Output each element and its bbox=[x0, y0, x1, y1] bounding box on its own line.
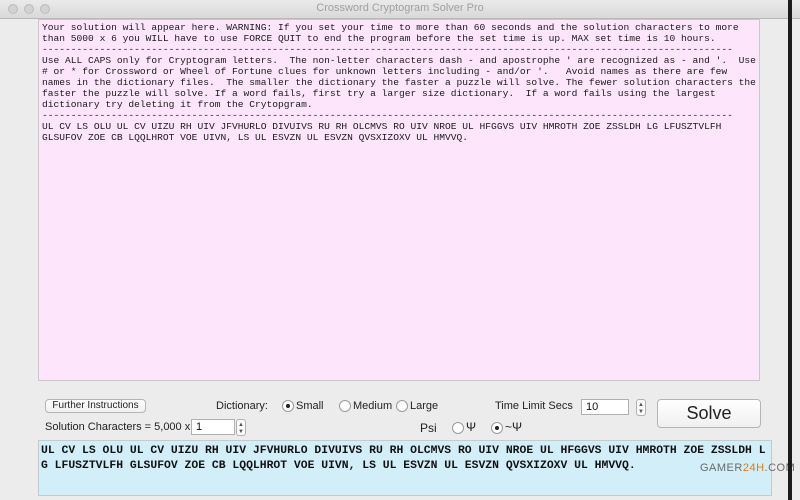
solve-button[interactable]: Solve bbox=[657, 399, 761, 428]
stepper-up-icon: ▲ bbox=[638, 402, 644, 408]
further-instructions-button[interactable]: Further Instructions bbox=[45, 399, 146, 413]
dictionary-large-label[interactable]: Large bbox=[410, 400, 438, 412]
dictionary-medium-radio[interactable] bbox=[339, 400, 351, 412]
dictionary-label: Dictionary: bbox=[216, 400, 268, 412]
app-window: Crossword Cryptogram Solver Pro Your sol… bbox=[0, 0, 800, 500]
solution-characters-stepper[interactable]: ▲ ▼ bbox=[236, 419, 246, 436]
cryptogram-input-area[interactable]: UL CV LS OLU UL CV UIZU RH UIV JFVHURLO … bbox=[38, 440, 772, 496]
dictionary-medium-label[interactable]: Medium bbox=[353, 400, 392, 412]
dictionary-small-radio[interactable] bbox=[282, 400, 294, 412]
not-psi-option-label[interactable]: ~Ψ bbox=[505, 420, 522, 434]
not-psi-radio[interactable] bbox=[491, 422, 503, 434]
dictionary-large-radio[interactable] bbox=[396, 400, 408, 412]
title-bar: Crossword Cryptogram Solver Pro bbox=[0, 0, 800, 19]
solution-characters-input[interactable]: 1 bbox=[191, 419, 235, 435]
stepper-down-icon: ▼ bbox=[638, 409, 644, 415]
window-title: Crossword Cryptogram Solver Pro bbox=[316, 2, 484, 14]
stepper-down-icon: ▼ bbox=[238, 429, 244, 435]
stepper-up-icon: ▲ bbox=[238, 422, 244, 428]
solution-characters-label: Solution Characters = 5,000 x bbox=[45, 421, 191, 433]
time-limit-label: Time Limit Secs bbox=[495, 400, 573, 412]
solution-output-area[interactable]: Your solution will appear here. WARNING:… bbox=[38, 19, 760, 381]
watermark-logo: GAMER24H.COM bbox=[700, 462, 796, 474]
psi-radio[interactable] bbox=[452, 422, 464, 434]
dictionary-small-label[interactable]: Small bbox=[296, 400, 324, 412]
psi-label: Psi bbox=[420, 421, 437, 435]
time-limit-stepper[interactable]: ▲ ▼ bbox=[636, 399, 646, 416]
psi-option-label[interactable]: Ψ bbox=[466, 420, 476, 434]
outer-scrollbar bbox=[788, 0, 792, 500]
time-limit-input[interactable]: 10 bbox=[581, 399, 629, 415]
